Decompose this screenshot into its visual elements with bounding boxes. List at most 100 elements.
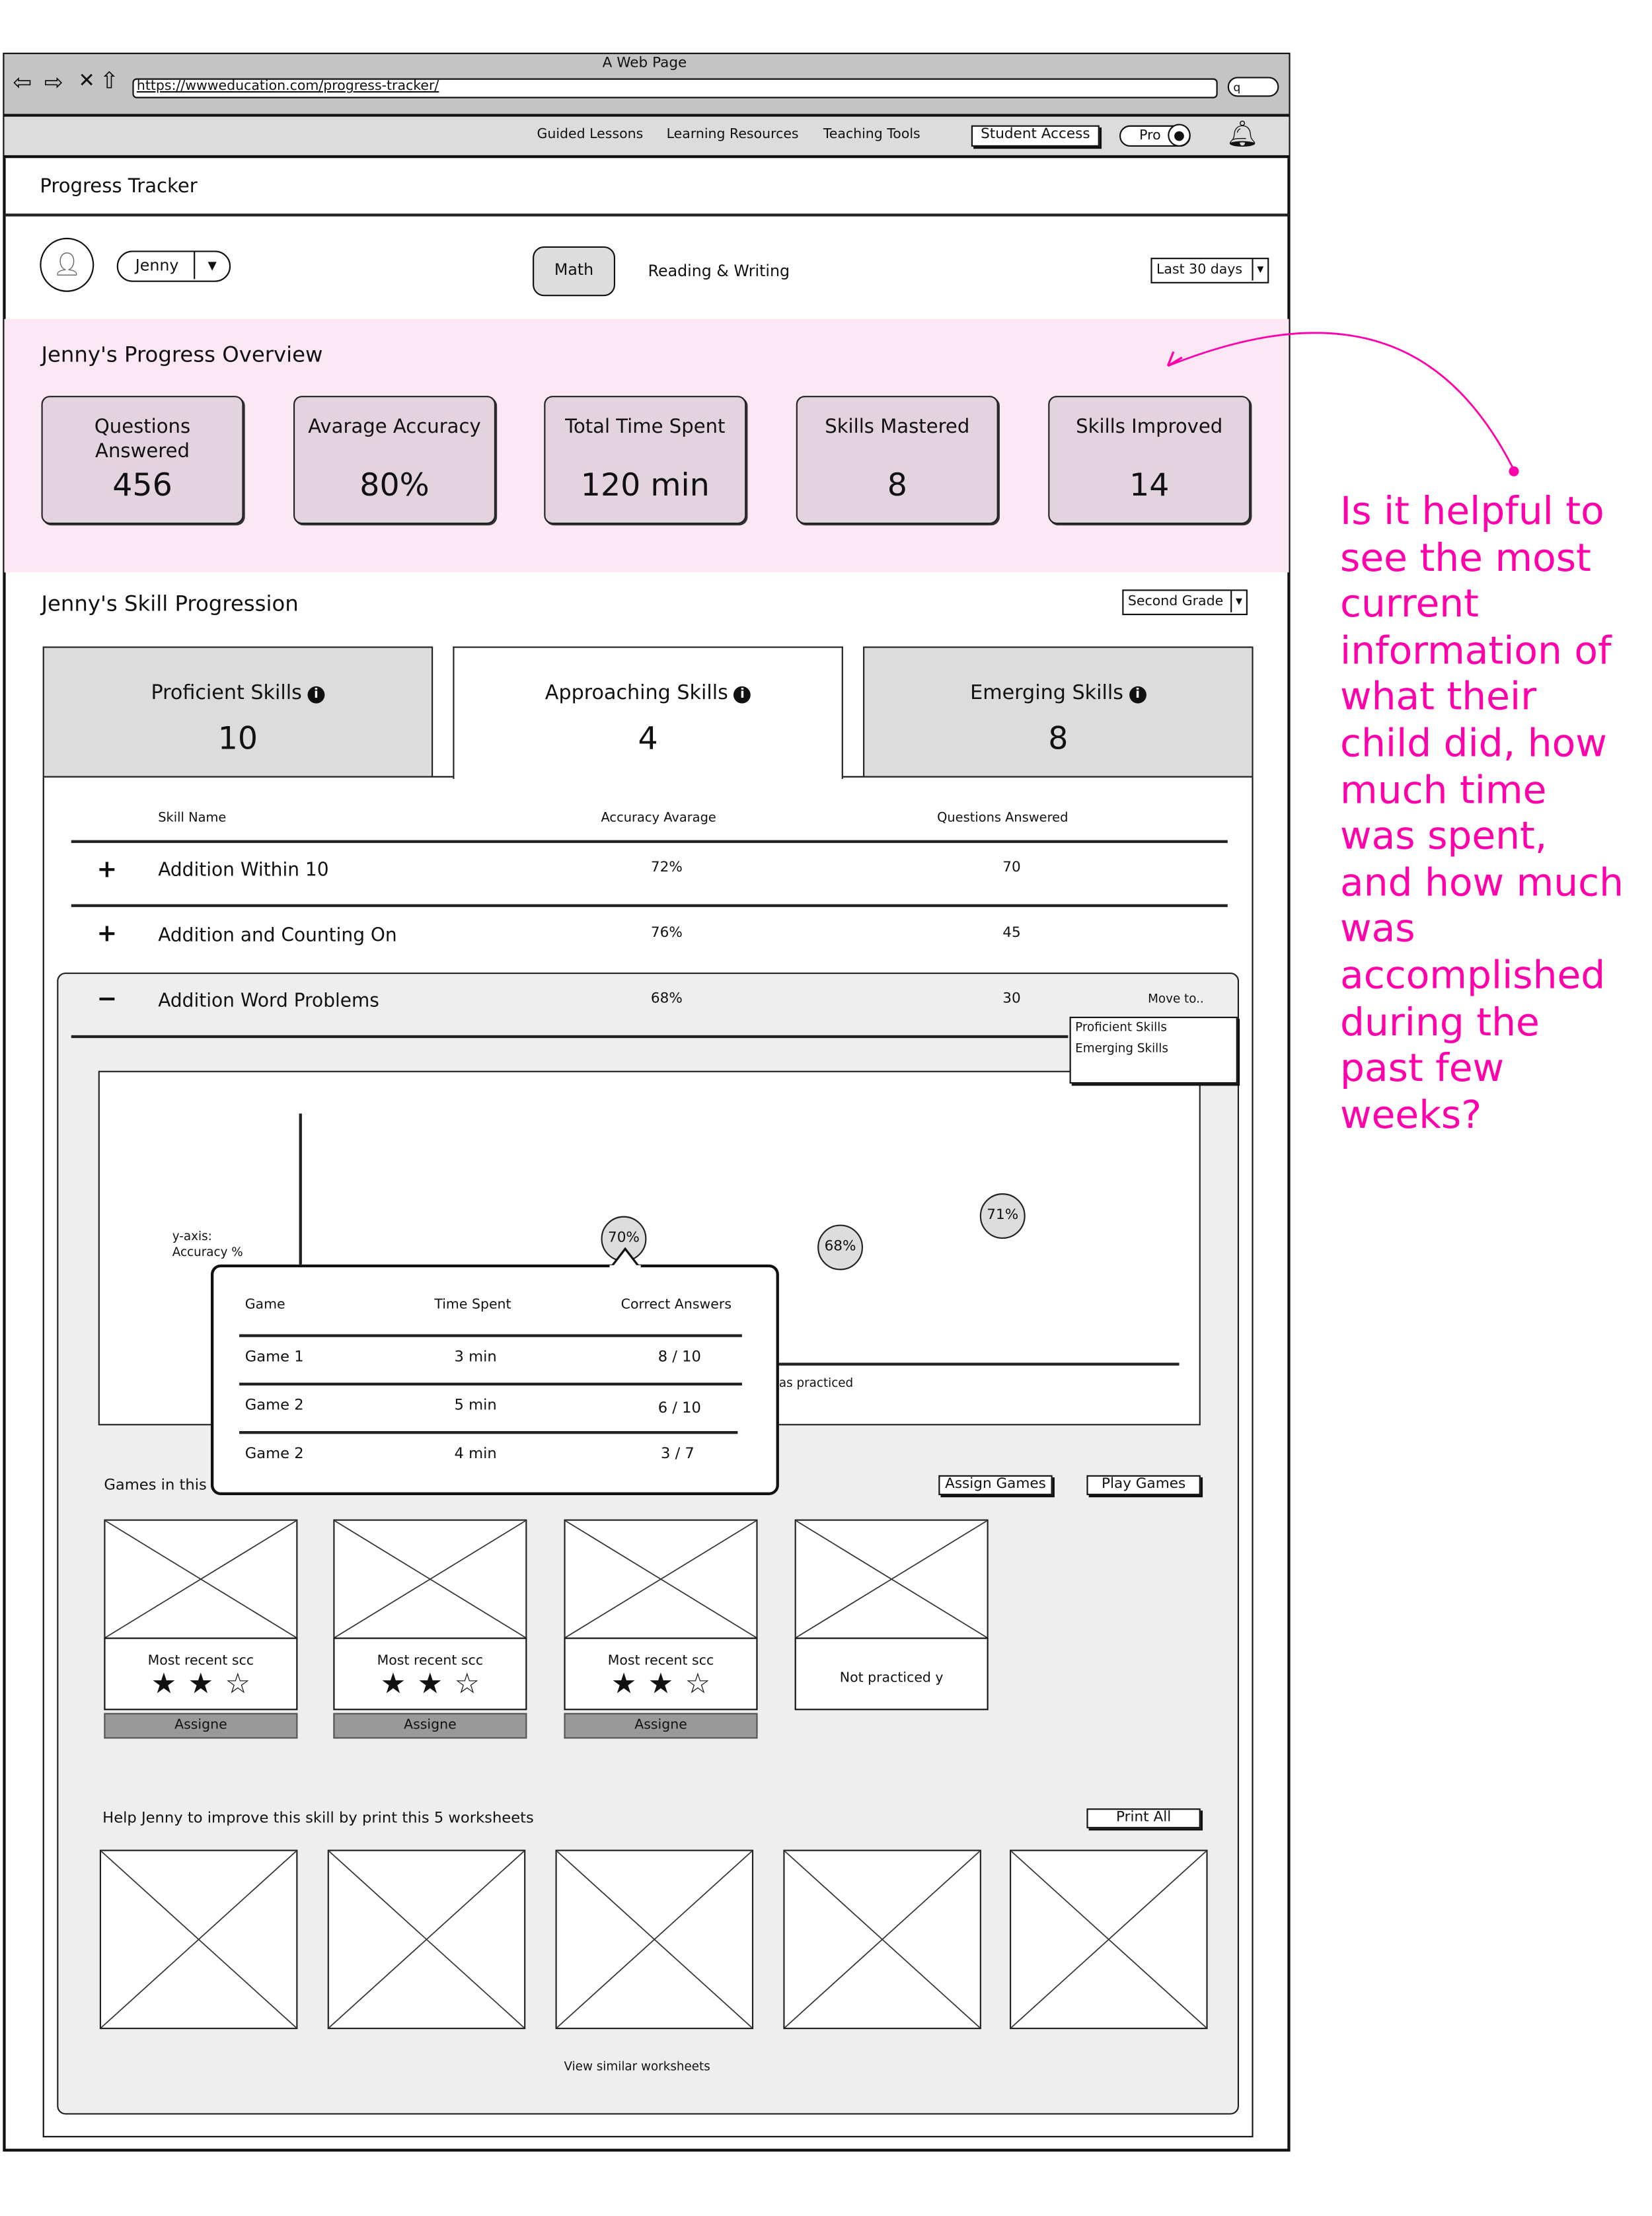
worksheet-thumbnail[interactable] [99,1849,298,2030]
y-axis-label-line: y-axis: [172,1230,212,1245]
tab-count: 4 [638,721,658,758]
column-header-skill-name: Skill Name [158,811,227,827]
annotation-note: Is it helpful to see the most current in… [1340,490,1624,1138]
info-icon[interactable]: i [733,686,751,704]
subject-tab-math[interactable]: Math [533,246,616,297]
tab-count: 8 [1048,721,1069,758]
nav-link-learning-resources[interactable]: Learning Resources [667,127,799,143]
star-filled-icon: ★ [417,1666,443,1701]
url-text: https://wwweducation.com/progress-tracke… [136,78,439,94]
worksheet-thumbnail[interactable] [783,1849,981,2030]
y-axis-label: y-axis: Accuracy % [172,1230,243,1261]
assign-game-button[interactable]: Assigne [564,1713,758,1739]
play-games-button[interactable]: Play Games [1086,1475,1201,1495]
stat-label: Avarage Accuracy [308,416,481,439]
worksheet-thumbnail[interactable] [1010,1849,1208,2030]
tab-approaching-skills[interactable]: Approaching Skills i 4 [453,646,843,779]
assign-game-button[interactable]: Assigne [333,1713,527,1739]
forward-icon[interactable]: ⇨ [44,68,63,95]
period-dropdown[interactable]: Last 30 days ▼ [1150,258,1269,283]
assign-label: Assigne [634,1717,687,1733]
chevron-down-icon: ▼ [1252,259,1267,281]
grade-value: Second Grade [1127,593,1224,610]
popover-cell: 8 / 10 [657,1348,701,1366]
stat-value: 456 [112,468,172,504]
collapse-toggle[interactable]: − [97,985,118,1014]
skill-name[interactable]: Addition and Counting On [158,926,396,947]
skill-accuracy: 68% [650,991,683,1007]
x-axis [776,1362,1180,1365]
popover-cell: 3 / 7 [661,1445,695,1463]
info-icon[interactable]: i [307,686,325,704]
divider [239,1430,738,1434]
bell-icon[interactable]: 🔔︎ [1226,120,1259,149]
worksheet-thumbnail[interactable] [555,1849,754,2030]
tab-label: Approaching Skills [544,682,728,705]
expand-toggle[interactable]: + [97,920,118,948]
skill-questions: 70 [1002,860,1021,876]
move-to-label[interactable]: Move to.. [1148,992,1204,1007]
avatar[interactable]: 👤︎ [40,237,94,292]
game-thumbnail[interactable] [104,1519,298,1639]
y-axis [299,1113,301,1265]
star-filled-icon: ★ [151,1666,177,1701]
divider [71,1035,1069,1038]
star-empty-icon: ☆ [225,1666,251,1701]
popover-cell: 3 min [454,1348,497,1366]
profile-label: Pro [1139,128,1161,144]
student-dropdown[interactable]: Jenny ▼ [116,250,231,282]
game-thumbnail[interactable] [564,1519,758,1639]
tab-proficient-skills[interactable]: Proficient Skills i 10 [42,646,433,778]
data-point-71[interactable]: 71% [979,1193,1026,1239]
data-point-68[interactable]: 68% [817,1224,864,1271]
game-rating: ★ ★ ☆ [564,1669,757,1699]
move-to-option-proficient[interactable]: Proficient Skills [1075,1021,1167,1035]
stat-value: 80% [359,468,430,504]
stat-label: Skills Mastered [825,416,970,439]
nav-link-guided-lessons[interactable]: Guided Lessons [537,127,644,143]
game-rating: ★ ★ ☆ [333,1669,527,1699]
divider [4,213,1289,216]
popover-cell: Game 2 [244,1397,304,1415]
tab-emerging-skills[interactable]: Emerging Skills i 8 [863,646,1254,778]
view-similar-worksheets-link[interactable]: View similar worksheets [564,2061,710,2075]
popover-cell: 4 min [454,1445,497,1463]
search-icon[interactable]: q [1227,77,1279,97]
stat-value: 120 min [580,468,710,504]
expand-toggle[interactable]: + [97,856,118,884]
skill-name[interactable]: Addition Within 10 [158,860,328,881]
student-name: Jenny [135,256,179,275]
skill-accuracy: 72% [650,860,683,876]
stat-card-skills-mastered: Skills Mastered 8 [796,396,998,525]
profile-button[interactable]: Pro ● [1119,124,1191,147]
move-to-option-emerging[interactable]: Emerging Skills [1075,1043,1168,1057]
worksheets-title: Help Jenny to improve this skill by prin… [102,1810,534,1828]
popover-header-time: Time Spent [434,1297,511,1313]
star-filled-icon: ★ [380,1666,406,1701]
game-thumbnail[interactable] [333,1519,527,1639]
popover-header-correct: Correct Answers [620,1297,732,1313]
page-title: Progress Tracker [40,175,198,198]
y-axis-label-line: Accuracy % [172,1245,243,1261]
subject-label: Math [554,260,594,279]
game-thumbnail[interactable] [794,1519,989,1639]
student-access-button[interactable]: Student Access [971,125,1100,147]
assign-game-button[interactable]: Assigne [104,1713,298,1739]
back-icon[interactable]: ⇦ [13,68,32,95]
stat-card-total-time: Total Time Spent 120 min [544,396,747,525]
close-icon[interactable]: ✕ [79,70,95,92]
skill-name[interactable]: Addition Word Problems [158,991,379,1012]
nav-link-teaching-tools[interactable]: Teaching Tools [823,127,920,143]
game-rating: ★ ★ ☆ [104,1669,297,1699]
print-all-button[interactable]: Print All [1086,1808,1201,1829]
assign-games-button[interactable]: Assign Games [938,1475,1053,1495]
subject-tab-reading-writing[interactable]: Reading & Writing [648,262,790,281]
column-header-accuracy: Accuracy Avarage [601,811,716,827]
info-icon[interactable]: i [1129,686,1146,704]
home-icon[interactable]: ⇧ [100,67,119,94]
worksheet-thumbnail[interactable] [327,1849,526,2030]
popover-header-game: Game [244,1297,285,1313]
browser-title: A Web Page [602,55,687,71]
stat-card-questions-answered: Questions Answered 456 [41,396,244,525]
grade-dropdown[interactable]: Second Grade ▼ [1122,589,1248,616]
